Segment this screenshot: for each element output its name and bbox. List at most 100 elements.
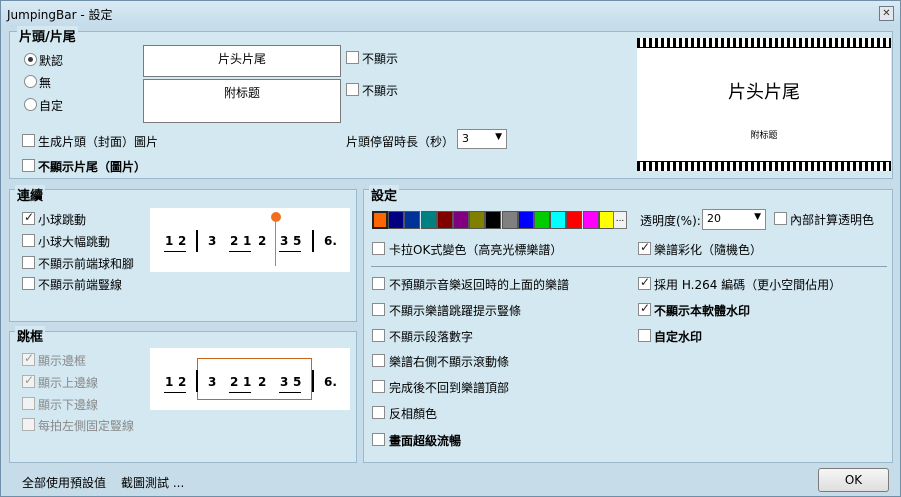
hide-subtitle-label: 不顯示 [362,84,399,98]
no-paragraph-number-label: 不顯示段落數字 [389,330,474,344]
color-swatch[interactable] [566,211,583,229]
chevron-down-icon: ▼ [754,212,761,222]
settings-title: 設定 [369,185,400,204]
note: 3 [208,375,217,389]
color-swatch[interactable] [388,211,405,229]
note: 3 [280,234,289,248]
karaoke-checkbox[interactable] [372,242,385,255]
no-scrollbar-label: 樂譜右側不顯示滾動條 [389,355,510,369]
bar-line [312,230,314,252]
color-swatch[interactable] [436,211,453,229]
opacity-select[interactable]: 20 ▼ [702,209,766,230]
custom-watermark-checkbox[interactable] [638,329,651,342]
settings-divider [371,266,887,267]
hide-front-line-label: 不顯示前端豎線 [38,278,123,292]
colorize-checkbox[interactable] [638,240,651,255]
ball-big-bounce-checkbox[interactable] [22,234,35,247]
note: 1 [165,375,174,389]
jumpframe-title: 跳框 [15,326,46,345]
close-icon[interactable]: ✕ [879,6,894,21]
color-swatch[interactable] [420,211,437,229]
hide-title-checkbox[interactable] [346,51,359,64]
radio-default[interactable] [24,53,37,66]
show-border-label: 顯示邊框 [38,354,87,368]
radio-custom-label: 自定 [39,99,64,113]
beat-underline [164,251,186,252]
settings-window: JumpingBar - 設定 ✕ 片頭/片尾 默認 無 自定 片头片尾 附标题… [0,0,901,497]
use-defaults-link[interactable]: 全部使用預設值 [22,474,106,491]
show-border-checkbox[interactable] [22,351,35,366]
radio-none-label: 無 [39,76,52,90]
color-swatch[interactable] [453,211,469,229]
hide-watermark-label: 不顯示本軟體水印 [654,304,751,318]
ball-bounce-label: 小球跳動 [38,213,87,227]
note: 2 [178,375,187,389]
ok-button[interactable]: OK [818,468,889,492]
note: 1 [243,234,252,248]
show-top-line-checkbox[interactable] [22,373,35,388]
color-swatch[interactable] [534,211,550,229]
hide-watermark-checkbox[interactable] [638,301,651,316]
more-colors-button[interactable]: ... [613,211,627,229]
gen-cover-checkbox[interactable] [22,134,35,147]
no-paragraph-number-checkbox[interactable] [372,329,385,342]
note: 5 [293,375,302,389]
stay-duration-select[interactable]: 3 ▼ [457,129,507,149]
color-swatch[interactable] [469,211,486,229]
no-jump-hint-checkbox[interactable] [372,303,385,316]
super-smooth-checkbox[interactable] [372,433,385,446]
super-smooth-label: 畫面超級流暢 [389,434,462,448]
hide-ball-foot-checkbox[interactable] [22,256,35,269]
internal-opacity-checkbox[interactable] [774,212,787,225]
beat-underline [279,392,301,393]
stay-duration-value: 3 [462,132,469,145]
color-swatch[interactable] [372,211,388,229]
color-swatch[interactable] [404,211,421,229]
color-swatch[interactable] [582,211,599,229]
h264-checkbox[interactable] [638,275,651,290]
colorize-label: 樂譜彩化（隨機色） [654,243,763,257]
no-return-top-checkbox[interactable] [372,380,385,393]
color-swatch[interactable] [550,211,567,229]
show-bottom-line-checkbox[interactable] [22,397,35,410]
custom-watermark-label: 自定水印 [654,330,703,344]
continuous-title: 連續 [15,185,46,204]
note: 2 [230,234,239,248]
note: 1 [243,375,252,389]
no-jump-hint-label: 不顯示樂譜跳躍提示豎條 [389,304,522,318]
stay-duration-label: 片頭停留時長（秒） [346,135,455,149]
no-scrollbar-checkbox[interactable] [372,354,385,367]
title-bar: JumpingBar - 設定 ✕ [1,1,900,27]
hide-tail-checkbox[interactable] [22,159,35,172]
radio-none[interactable] [24,75,37,88]
preview-title: 片头片尾 [728,82,800,103]
color-swatch[interactable] [485,211,502,229]
radio-default-label: 默認 [39,54,64,68]
fixed-left-line-checkbox[interactable] [22,418,35,431]
hide-title-label: 不顯示 [362,52,399,66]
color-swatch[interactable] [517,211,534,229]
screenshot-test-link[interactable]: 截圖測試 ... [121,474,184,491]
color-swatch[interactable] [501,211,518,229]
bar-line [196,370,198,392]
note: 2 [178,234,187,248]
note: 2 [258,375,267,389]
ball-bounce-checkbox[interactable] [22,210,35,225]
opacity-value: 20 [707,212,721,225]
continuous-preview: 1 2 3 2 1 2 3 5 6. [150,208,350,272]
hide-ball-foot-label: 不顯示前端球和腳 [38,257,135,271]
subtitle-input[interactable]: 附标题 [143,79,341,123]
hide-front-line-checkbox[interactable] [22,277,35,290]
header-tail-title: 片頭/片尾 [17,26,78,45]
opacity-label: 透明度(%): [640,214,701,228]
invert-colors-checkbox[interactable] [372,406,385,419]
no-preview-return-checkbox[interactable] [372,277,385,290]
note: 2 [230,375,239,389]
title-input[interactable]: 片头片尾 [143,45,341,77]
hide-subtitle-checkbox[interactable] [346,83,359,96]
radio-custom[interactable] [24,98,37,111]
note: 2 [258,234,267,248]
note: 5 [293,234,302,248]
chevron-down-icon: ▼ [495,132,502,142]
beat-underline [164,392,186,393]
